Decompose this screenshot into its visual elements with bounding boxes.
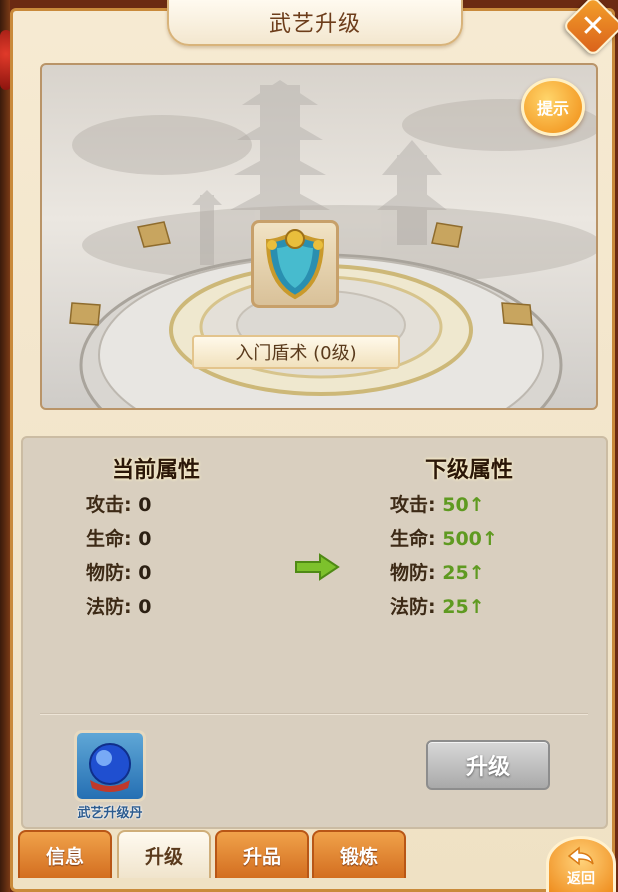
hint-button[interactable]: 提示	[521, 78, 585, 136]
hint-icon: 提示	[536, 99, 569, 118]
close-icon[interactable]: ✕	[571, 4, 615, 48]
next-stat-mdef: 法防: 25↑	[390, 596, 485, 618]
item-label: 武艺升级丹	[77, 806, 143, 821]
next-attributes-title: 下级属性	[425, 458, 514, 483]
panel-divider	[40, 713, 588, 715]
next-stat-hp: 生命: 500↑	[390, 528, 498, 550]
upgrade-item-slot[interactable]	[74, 730, 146, 802]
tab-forge[interactable]: 锻炼	[312, 830, 406, 878]
right-arrow-icon	[295, 553, 340, 581]
skill-name: 入门盾术 (0级)	[235, 343, 357, 364]
current-attributes-title: 当前属性	[112, 458, 201, 483]
shield-skill-icon	[265, 229, 325, 300]
skill-icon-frame[interactable]	[251, 220, 339, 308]
back-button-label: 返回	[567, 871, 595, 887]
upgrade-button[interactable]: 升级	[426, 740, 550, 790]
title-tab: 武艺升级	[167, 0, 463, 46]
blue-orb-item-icon	[89, 743, 131, 792]
current-stat-hp: 生命: 0	[86, 528, 152, 550]
current-stat-mdef: 法防: 0	[86, 596, 152, 618]
tab-promote[interactable]: 升品	[215, 830, 309, 878]
left-border-strip	[0, 0, 10, 892]
tab-upgrade[interactable]: 升级	[117, 830, 211, 878]
next-stat-attack: 攻击: 50↑	[390, 494, 485, 516]
current-stat-pdef: 物防: 0	[86, 562, 152, 584]
current-stat-attack: 攻击: 0	[86, 494, 152, 516]
skill-name-plate: 入门盾术 (0级)	[192, 335, 400, 369]
tab-info[interactable]: 信息	[18, 830, 112, 878]
back-arrow-icon	[567, 846, 594, 866]
window-title: 武艺升级	[268, 12, 361, 37]
next-stat-pdef: 物防: 25↑	[390, 562, 485, 584]
